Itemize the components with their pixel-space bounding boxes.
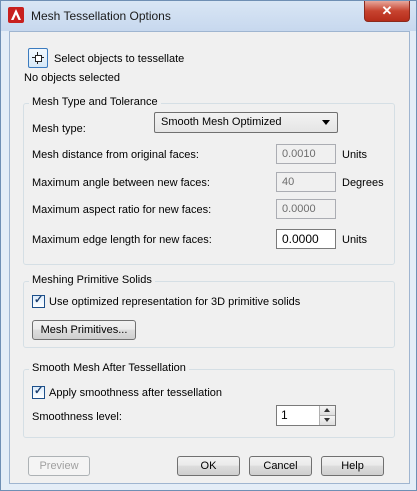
dialog-window: Mesh Tessellation Options ✕ Select objec… [0, 0, 417, 491]
max-angle-unit: Degrees [342, 177, 384, 189]
title-bar: Mesh Tessellation Options ✕ [1, 1, 416, 31]
spin-down-button[interactable] [319, 416, 335, 425]
smooth-mesh-group [23, 369, 395, 438]
max-angle-field[interactable]: 40 [276, 172, 336, 192]
spin-up-button[interactable] [319, 406, 335, 416]
select-objects-button[interactable] [28, 48, 48, 68]
mesh-type-label: Mesh type: [32, 123, 86, 135]
checkmark-icon: ✓ [34, 294, 44, 306]
selection-status: No objects selected [24, 72, 120, 84]
mesh-type-group-title: Mesh Type and Tolerance [29, 96, 161, 108]
optimized-representation-checkbox[interactable]: ✓ [32, 294, 45, 308]
aspect-ratio-field[interactable]: 0.0000 [276, 199, 336, 219]
arrow-up-icon [324, 408, 330, 412]
mesh-distance-label: Mesh distance from original faces: [32, 149, 199, 161]
smooth-mesh-group-title: Smooth Mesh After Tessellation [29, 362, 189, 374]
arrow-down-icon [324, 418, 330, 422]
ok-button[interactable]: OK [177, 456, 240, 476]
max-angle-label: Maximum angle between new faces: [32, 177, 210, 189]
mesh-type-value: Smooth Mesh Optimized [161, 116, 282, 128]
optimized-representation-label: Use optimized representation for 3D prim… [49, 296, 301, 308]
preview-button[interactable]: Preview [28, 456, 90, 476]
help-button[interactable]: Help [321, 456, 384, 476]
smoothness-level-value: 1 [281, 408, 288, 422]
edge-length-field[interactable]: 0.0000 [276, 229, 336, 249]
mesh-distance-unit: Units [342, 149, 368, 161]
apply-smoothness-label: Apply smoothness after tessellation [49, 387, 223, 399]
mesh-distance-field[interactable]: 0.0010 [276, 144, 336, 164]
smoothness-level-label: Smoothness level: [32, 411, 122, 423]
chevron-down-icon [322, 120, 330, 125]
close-button[interactable]: ✕ [364, 1, 410, 22]
checkmark-icon: ✓ [34, 385, 44, 397]
edge-length-unit: Units [342, 234, 368, 246]
edge-length-label: Maximum edge length for new faces: [32, 234, 212, 246]
apply-smoothness-checkbox[interactable]: ✓ [32, 385, 45, 399]
aspect-ratio-label: Maximum aspect ratio for new faces: [32, 204, 212, 216]
mesh-primitives-button[interactable]: Mesh Primitives... [32, 320, 136, 340]
autocad-logo-icon [8, 7, 24, 23]
primitive-solids-group-title: Meshing Primitive Solids [29, 274, 155, 286]
cancel-button[interactable]: Cancel [249, 456, 312, 476]
mesh-type-dropdown[interactable]: Smooth Mesh Optimized [154, 112, 338, 133]
window-title: Mesh Tessellation Options [31, 9, 171, 23]
select-objects-label: Select objects to tessellate [54, 53, 185, 65]
smoothness-level-spinner[interactable]: 1 [276, 405, 336, 426]
